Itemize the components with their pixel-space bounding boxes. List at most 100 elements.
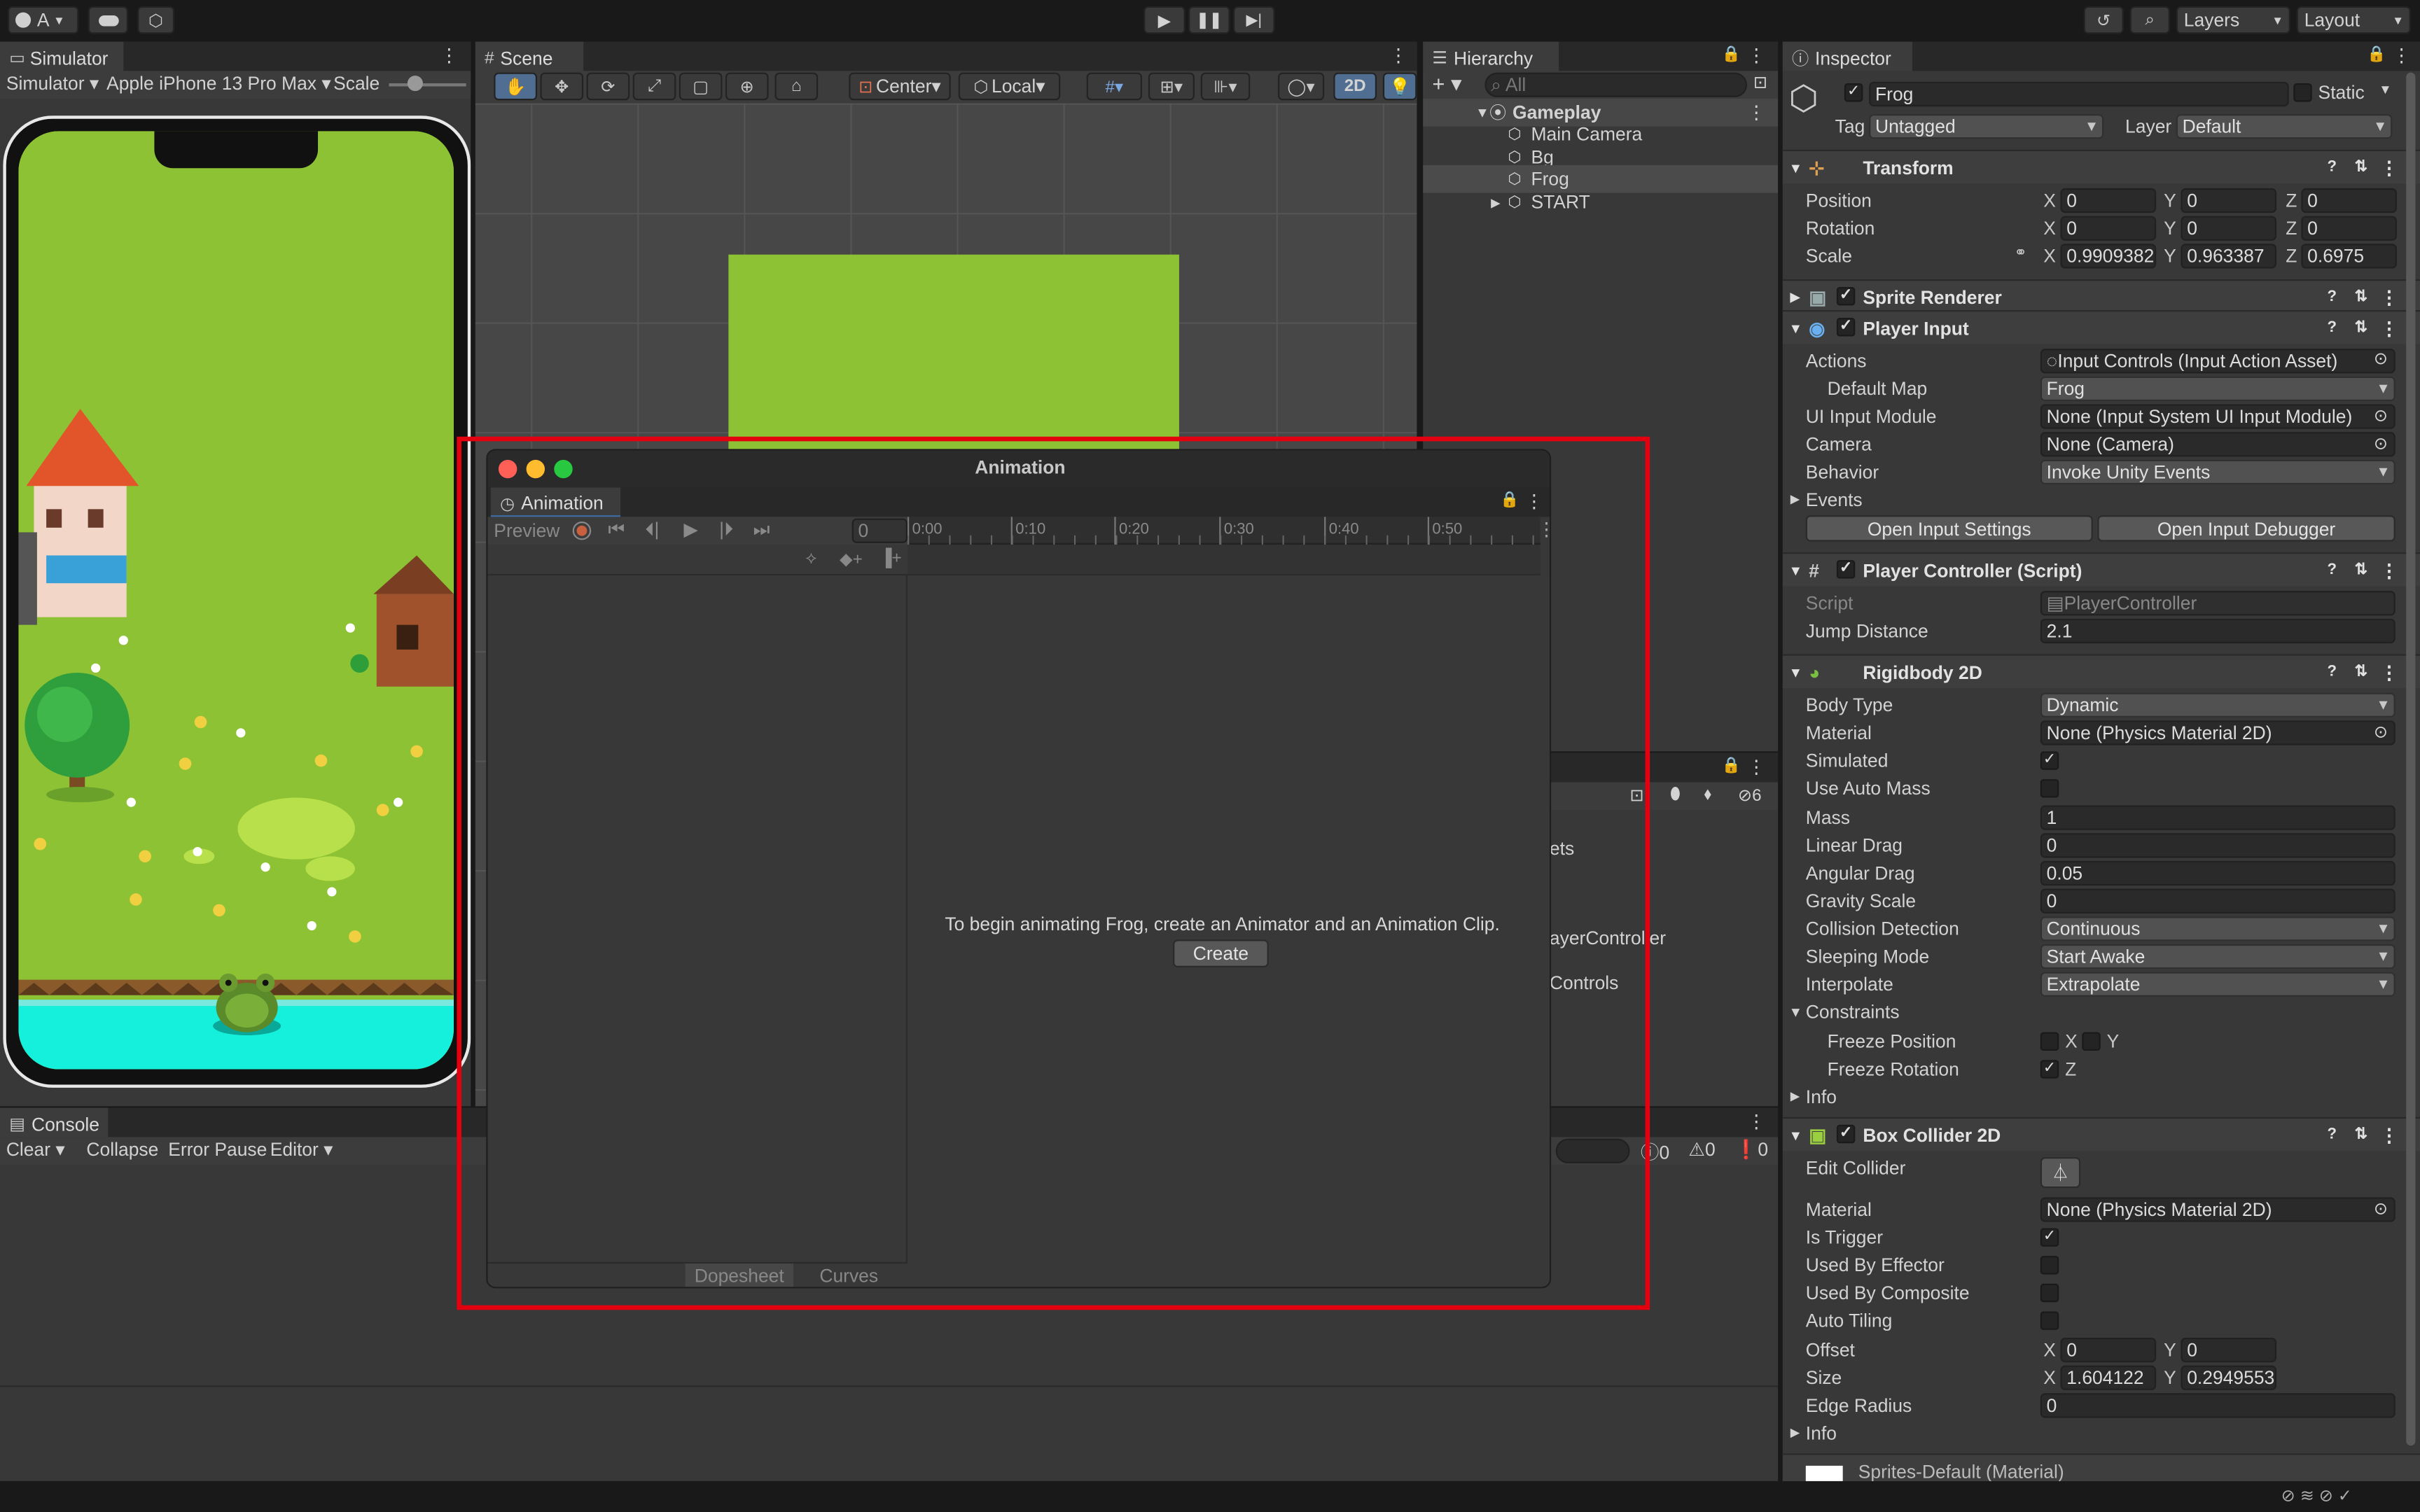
preset-icon[interactable]: ⇅ [2355,664,2367,680]
foldout-icon[interactable]: ▼ [1789,320,1803,335]
hand-tool[interactable]: ✋ [494,72,538,101]
used-by-effector-checkbox[interactable] [2040,1256,2059,1275]
linear-drag-field[interactable]: 0 [2040,833,2395,858]
custom-tool[interactable]: ⌂ [774,72,819,101]
collapse-button[interactable]: Collapse [86,1139,158,1161]
rotation-z[interactable]: 0 [2301,216,2397,241]
add-object-button[interactable]: + ▾ [1432,71,1461,97]
preset-icon[interactable]: ⇅ [2355,561,2367,578]
editor-dropdown[interactable]: Editor ▾ [270,1139,333,1161]
rotation-x[interactable]: 0 [2060,216,2157,241]
offset-y[interactable]: 0 [2181,1337,2277,1363]
interpolate-dropdown[interactable]: Extrapolate [2040,972,2395,997]
box-collider-header[interactable]: ▼ ▣ ✓ Box Collider 2D ? ⇅ ⋮ [1782,1116,2420,1152]
behavior-dropdown[interactable]: Invoke Unity Events [2040,459,2395,485]
help-icon[interactable]: ? [2328,561,2337,578]
open-input-debugger-button[interactable]: Open Input Debugger [2097,515,2395,542]
player-controller-header[interactable]: ▼ # ✓ Player Controller (Script) ? ⇅ ⋮ [1782,552,2420,587]
scale-tool[interactable]: ⤢ [632,72,676,101]
collab-button[interactable]: ⬡ [137,6,175,34]
mass-field[interactable]: 1 [2040,805,2395,830]
layers-dropdown[interactable]: Layers ▾ [2176,6,2290,34]
position-z[interactable]: 0 [2301,188,2397,214]
open-input-settings-button[interactable]: Open Input Settings [1805,515,2093,542]
layer-dropdown[interactable]: Default [2176,114,2393,139]
jump-distance-field[interactable]: 2.1 [2040,618,2395,644]
search-button[interactable]: ⌕ [2129,6,2170,34]
project-menu-icon[interactable]: ⋮ [1747,756,1765,778]
component-menu-icon[interactable]: ⋮ [2380,286,2398,308]
error-pause-button[interactable]: Error Pause [168,1139,267,1161]
tab-scene[interactable]: # Scene [475,41,584,71]
tab-hierarchy[interactable]: ☰ Hierarchy [1423,41,1559,71]
preset-icon[interactable]: ⇅ [2355,288,2367,305]
foldout-icon[interactable]: ▶ [1790,290,1800,304]
help-icon[interactable]: ? [2328,288,2337,305]
position-x[interactable]: 0 [2060,188,2157,214]
material-footer[interactable]: Sprites-Default (Material) [1782,1453,2420,1481]
component-menu-icon[interactable]: ⋮ [2380,661,2398,682]
auto-tiling-checkbox[interactable] [2040,1311,2059,1330]
sleeping-mode-dropdown[interactable]: Start Awake [2040,944,2395,969]
sprite-renderer-header[interactable]: ▶ ▣ ✓ Sprite Renderer ? ⇅ ⋮ [1782,279,2420,314]
object-picker-icon[interactable]: ⊙ [2374,406,2388,426]
player-input-header[interactable]: ▼ ◉ ✓ Player Input ? ⇅ ⋮ [1782,310,2420,344]
help-icon[interactable]: ? [2328,664,2337,680]
step-button[interactable]: ▶| [1233,6,1275,34]
help-icon[interactable]: ? [2328,159,2337,176]
history-button[interactable]: ↺ [2083,6,2124,34]
use-auto-mass-checkbox[interactable] [2040,779,2059,798]
search-filter-icon[interactable]: ⊡ [1753,73,1767,92]
scale-x[interactable]: 0.9909382 [2060,244,2157,269]
simulator-mode-dropdown[interactable]: Simulator ▾ [6,73,99,94]
camera-field[interactable]: None (Camera) [2040,432,2395,457]
gravity-scale-field[interactable]: 0 [2040,888,2395,913]
bc-material-field[interactable]: None (Physics Material 2D) [2040,1197,2395,1222]
space-dropdown[interactable]: ⬡ Local ▾ [958,72,1061,101]
foldout-icon[interactable]: ▼ [1789,160,1803,175]
events-foldout[interactable]: Events [1806,489,1863,511]
scale-slider[interactable] [389,83,466,87]
scale-y[interactable]: 0.963387 [2181,244,2277,269]
foldout-icon[interactable]: ▼ [1789,664,1803,680]
constraints-foldout[interactable]: Constraints [1806,1001,1900,1023]
object-name-field[interactable]: Frog [1869,81,2289,107]
scale-z[interactable]: 0.6975 [2301,244,2397,269]
tag-icon[interactable]: ⬧ [1704,785,1711,806]
events-foldout-icon[interactable]: ▶ [1790,492,1800,506]
hierarchy-menu-icon[interactable]: ⋮ [1747,45,1765,66]
expand-icon[interactable]: ▶ [1491,195,1501,209]
project-lock-icon[interactable]: 🔒 [1722,757,1741,774]
filter-label-icon[interactable]: ⬮ [1670,785,1681,806]
constrain-proportions-icon[interactable]: ⚭ [2014,245,2026,262]
rect-tool[interactable]: ▢ [679,72,723,101]
bc-info-foldout[interactable]: Info [1806,1422,1837,1444]
transform-header[interactable]: ▼ ⊹ Transform ? ⇅ ⋮ [1782,149,2420,184]
freeze-position-x-checkbox[interactable] [2040,1032,2059,1051]
constraints-foldout-icon[interactable]: ▼ [1789,1004,1803,1020]
angular-drag-field[interactable]: 0.05 [2040,860,2395,886]
default-map-dropdown[interactable]: Frog [2040,376,2395,402]
is-trigger-checkbox[interactable]: ✓ [2040,1228,2059,1247]
inspector-lock-icon[interactable]: 🔒 [2367,46,2386,63]
foldout-icon[interactable]: ▼ [1789,562,1803,578]
preset-icon[interactable]: ⇅ [2355,319,2367,336]
edit-collider-button[interactable]: ⏃ [2040,1157,2081,1189]
component-enabled-checkbox[interactable]: ✓ [1836,318,1856,337]
used-by-composite-checkbox[interactable] [2040,1283,2059,1303]
clear-button[interactable]: Clear ▾ [6,1139,65,1161]
collision-detection-dropdown[interactable]: Continuous [2040,916,2395,941]
preset-icon[interactable]: ⇅ [2355,159,2367,176]
object-picker-icon[interactable]: ⊙ [2374,433,2388,454]
scene-sprite-preview[interactable] [728,254,1179,456]
hidden-count-icon[interactable]: ⊘6 [1738,785,1762,805]
transform-tool[interactable]: ⊕ [725,72,769,101]
component-menu-icon[interactable]: ⋮ [2380,559,2398,581]
inspector-scrollbar[interactable] [2406,72,2416,1446]
play-button[interactable]: ▶ [1143,6,1185,34]
inspector-menu-icon[interactable]: ⋮ [2392,45,2410,66]
game-view[interactable] [18,131,454,1070]
component-enabled-checkbox[interactable]: ✓ [1836,286,1856,306]
component-enabled-checkbox[interactable]: ✓ [1836,560,1856,579]
help-icon[interactable]: ? [2328,319,2337,336]
